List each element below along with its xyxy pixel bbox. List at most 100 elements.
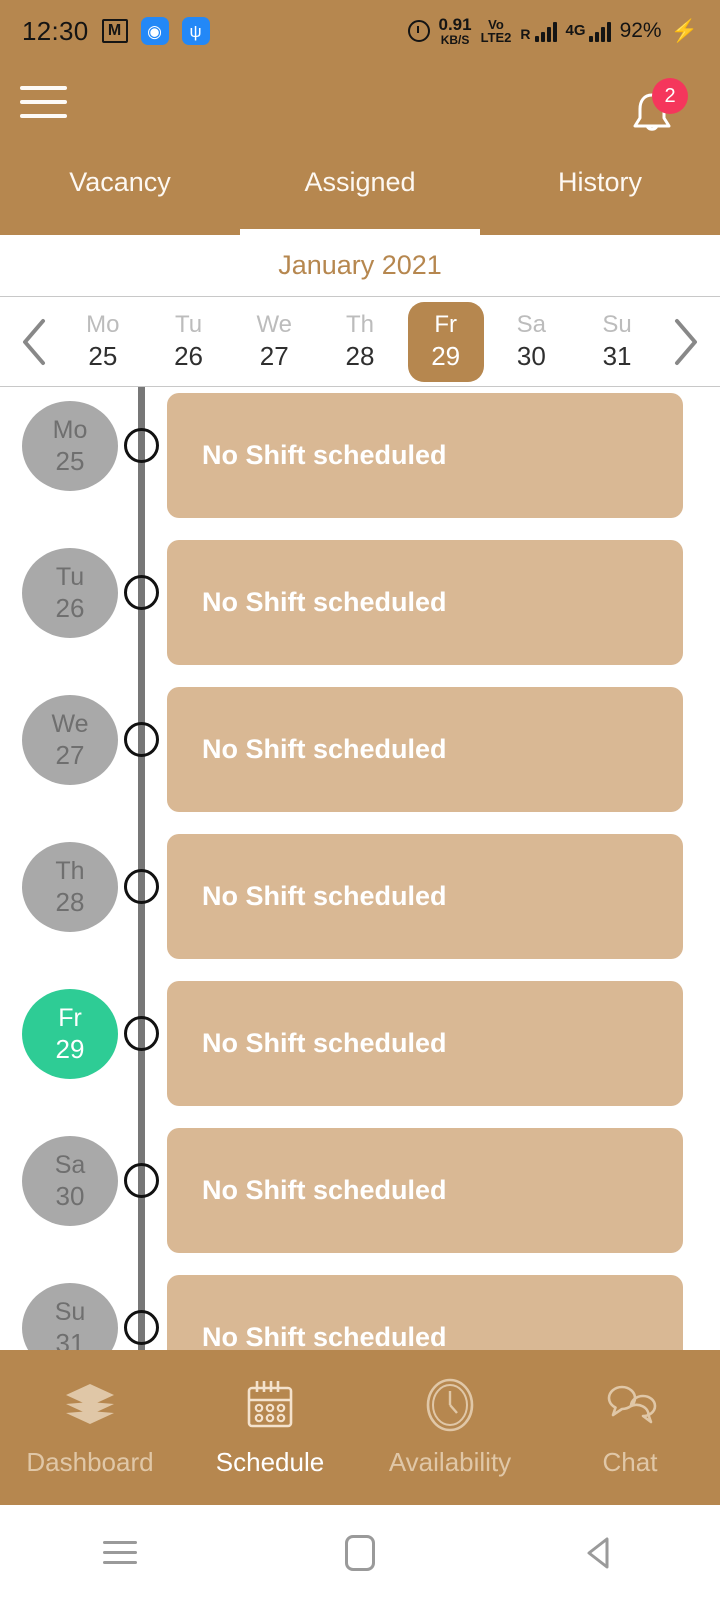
next-week-button[interactable] (660, 316, 712, 368)
system-status-bar: 12:30 M ◉ ψ 0.91 KB/S Vo LTE2 R 4G 92% ⚡ (0, 0, 720, 62)
timeline-row[interactable]: Sa 30 No Shift scheduled (0, 1122, 720, 1269)
timeline-row[interactable]: Mo 25 No Shift scheduled (0, 387, 720, 534)
day-avatar-date: 29 (55, 1033, 85, 1064)
nav-item-schedule[interactable]: Schedule (180, 1350, 360, 1505)
day-avatar-name: Su (54, 1297, 86, 1326)
week-day-name: Tu (174, 311, 203, 338)
tab-assigned[interactable]: Assigned (240, 167, 480, 235)
android-glyph: ◉ (147, 21, 162, 41)
week-day-mo[interactable]: Mo 25 (65, 302, 141, 382)
tab-indicator (0, 229, 240, 235)
nav-item-chat[interactable]: Chat (540, 1350, 720, 1505)
shift-card[interactable]: No Shift scheduled (167, 1128, 683, 1253)
shift-card-label: No Shift scheduled (202, 1322, 447, 1352)
tab-assigned-label: Assigned (304, 167, 416, 197)
day-avatar-fr-today: Fr 29 (22, 989, 118, 1079)
gmail-icon: M (101, 19, 128, 43)
week-day-name: Th (345, 311, 374, 338)
day-avatar-name: Tu (55, 562, 85, 591)
sim1-signal-icon: R (520, 20, 557, 42)
week-day-su[interactable]: Su 31 (579, 302, 655, 382)
day-avatar-name: We (51, 709, 89, 738)
shift-card[interactable]: No Shift scheduled (167, 981, 683, 1106)
volte-line2: LTE2 (480, 30, 512, 45)
bottom-navigation-bar: Dashboard Schedule Availability Chat (0, 1350, 720, 1505)
day-avatar-th: Th 28 (22, 842, 118, 932)
shift-card[interactable]: No Shift scheduled (167, 687, 683, 812)
timeline-node-icon (124, 1163, 159, 1198)
timeline-node-icon (124, 575, 159, 610)
shift-card[interactable]: No Shift scheduled (167, 393, 683, 518)
schedule-timeline[interactable]: Mo 25 No Shift scheduled Tu 26 No Shift … (0, 387, 720, 1445)
home-icon[interactable] (310, 1534, 410, 1571)
day-avatar-name: Fr (58, 1003, 82, 1032)
shift-card-label: No Shift scheduled (202, 1175, 447, 1205)
layers-icon (62, 1377, 118, 1433)
nav-item-dashboard[interactable]: Dashboard (0, 1350, 180, 1505)
day-avatar-date: 26 (55, 592, 85, 623)
signal-bars (588, 20, 611, 42)
week-day-sa[interactable]: Sa 30 (493, 302, 569, 382)
data-rate-indicator: 0.91 KB/S (439, 16, 472, 46)
prev-week-button[interactable] (8, 316, 60, 368)
tab-indicator (480, 229, 720, 235)
week-day-date: 27 (259, 341, 289, 371)
week-day-th[interactable]: Th 28 (322, 302, 398, 382)
week-day-date: 30 (516, 341, 546, 371)
clock-icon (423, 1377, 477, 1433)
network-type-label: 4G (565, 22, 586, 39)
tab-history-label: History (557, 167, 642, 197)
header-tabs: Vacancy Assigned History (0, 167, 720, 235)
timeline-node-icon (124, 428, 159, 463)
week-day-name: Sa (516, 311, 547, 338)
day-avatar-we: We 27 (22, 695, 118, 785)
day-avatar-date: 28 (55, 886, 85, 917)
shift-card[interactable]: No Shift scheduled (167, 540, 683, 665)
month-label: January 2021 (278, 250, 442, 280)
week-day-tu[interactable]: Tu 26 (151, 302, 227, 382)
recents-icon[interactable] (70, 1541, 170, 1564)
day-avatar-date: 25 (55, 445, 85, 476)
shift-card[interactable]: No Shift scheduled (167, 834, 683, 959)
gmail-glyph: M (107, 22, 122, 39)
timeline-row[interactable]: We 27 No Shift scheduled (0, 681, 720, 828)
tab-history[interactable]: History (480, 167, 720, 235)
data-rate-value: 0.91 (438, 15, 472, 35)
hamburger-menu-icon[interactable] (20, 82, 67, 122)
week-day-name: Mo (86, 311, 120, 338)
data-rate-unit: KB/S (440, 32, 470, 47)
week-day-date: 29 (431, 341, 461, 371)
back-icon[interactable] (550, 1535, 650, 1571)
alarm-icon (407, 20, 430, 42)
nav-label-availability: Availability (388, 1447, 512, 1477)
charging-bolt-icon: ⚡ (670, 18, 698, 43)
week-day-fr-selected[interactable]: Fr 29 (407, 301, 484, 382)
notifications-button[interactable]: 2 (618, 78, 688, 148)
week-day-we[interactable]: We 27 (236, 302, 312, 382)
nav-label-schedule: Schedule (215, 1447, 325, 1477)
week-day-name: We (256, 311, 293, 338)
usb-glyph: ψ (189, 21, 202, 41)
month-label-bar: January 2021 (0, 235, 720, 297)
day-avatar-name: Th (55, 856, 85, 885)
tab-vacancy[interactable]: Vacancy (0, 167, 240, 235)
week-day-date: 26 (174, 341, 203, 371)
shift-card-label: No Shift scheduled (202, 881, 447, 911)
nav-label-chat: Chat (602, 1447, 658, 1477)
volte-icon: Vo LTE2 (480, 17, 512, 45)
battery-percent: 92% (619, 19, 662, 42)
timeline-row[interactable]: Th 28 No Shift scheduled (0, 828, 720, 975)
day-avatar-date: 27 (55, 739, 85, 770)
shift-card-label: No Shift scheduled (202, 587, 447, 617)
week-day-date: 31 (602, 341, 632, 371)
notification-badge: 2 (652, 78, 688, 114)
app-header: 2 Vacancy Assigned History (0, 62, 720, 235)
nav-item-availability[interactable]: Availability (360, 1350, 540, 1505)
week-day-name: Fr (434, 311, 457, 338)
timeline-row[interactable]: Tu 26 No Shift scheduled (0, 534, 720, 681)
timeline-row-today[interactable]: Fr 29 No Shift scheduled (0, 975, 720, 1122)
tab-indicator-active (240, 229, 480, 235)
usb-icon: ψ (181, 17, 210, 45)
shift-card-label: No Shift scheduled (202, 1028, 447, 1058)
day-avatar-name: Sa (54, 1150, 86, 1179)
